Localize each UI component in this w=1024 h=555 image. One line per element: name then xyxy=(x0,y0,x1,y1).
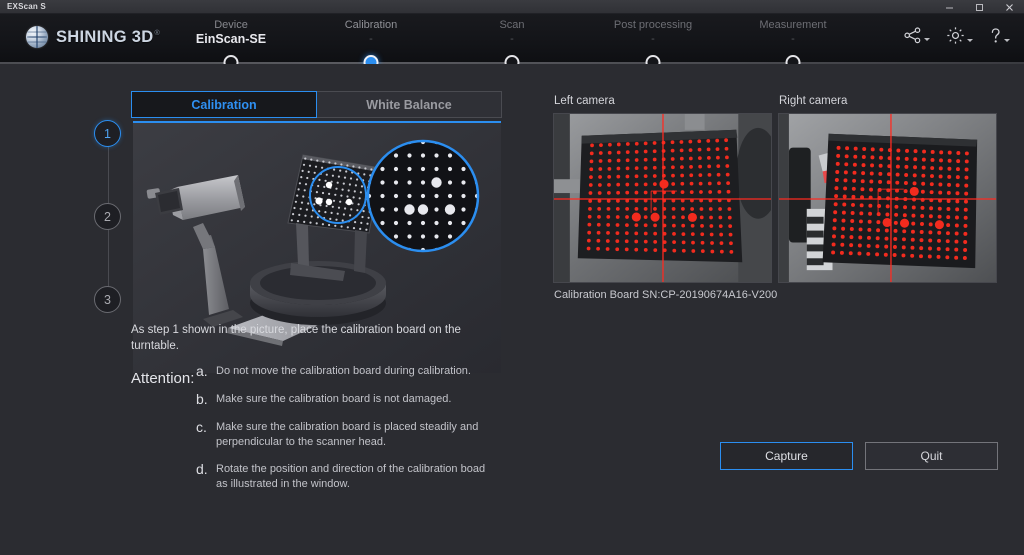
capture-button-label: Capture xyxy=(765,449,808,463)
header-icon-group xyxy=(903,26,1010,45)
chevron-down-icon xyxy=(1004,38,1010,42)
attention-item-letter: b. xyxy=(196,391,208,407)
close-button[interactable] xyxy=(994,0,1024,14)
attention-item-letter: d. xyxy=(196,461,208,477)
attention-item-text: Make sure the calibration board is place… xyxy=(216,421,479,448)
calibration-step-1[interactable]: 1 xyxy=(94,120,121,147)
calibration-board-serial: Calibration Board SN:CP-20190674A16-V200 xyxy=(554,289,778,301)
attention-item: c. Make sure the calibration board is pl… xyxy=(196,420,516,449)
capture-button[interactable]: Capture xyxy=(720,442,853,470)
help-button[interactable] xyxy=(989,27,1010,45)
attention-item-text: Rotate the position and direction of the… xyxy=(216,463,486,490)
step-number: 3 xyxy=(104,292,111,307)
calibration-tabs: Calibration White Balance xyxy=(131,91,502,118)
window-title: EXScan S xyxy=(7,2,46,11)
maximize-button[interactable] xyxy=(964,0,994,14)
attention-item: b. Make sure the calibration board is no… xyxy=(196,392,516,407)
quit-button-label: Quit xyxy=(920,449,943,463)
instruction-text: As step 1 shown in the picture, place th… xyxy=(131,324,461,352)
tab-label: White Balance xyxy=(366,97,452,112)
step-number: 2 xyxy=(104,209,111,224)
application-window: EXScan S SHINING 3D® Device EinScan-SE C… xyxy=(0,0,1024,555)
action-buttons: Capture Quit xyxy=(720,442,998,470)
attention-item-text: Do not move the calibration board during… xyxy=(216,365,471,377)
attention-list: a. Do not move the calibration board dur… xyxy=(196,364,516,504)
step-number: 1 xyxy=(104,126,111,141)
calibration-step-rail: 1 2 3 xyxy=(94,120,122,316)
workflow-steps: Device EinScan-SE Calibration - Scan - P… xyxy=(0,14,1024,70)
chevron-down-icon xyxy=(924,38,930,41)
attention-item: a. Do not move the calibration board dur… xyxy=(196,364,516,379)
right-camera-feed xyxy=(779,114,996,282)
chevron-down-icon xyxy=(967,39,973,42)
tab-calibration[interactable]: Calibration xyxy=(131,91,317,118)
step-label: Measurement xyxy=(759,19,827,31)
minimize-button[interactable] xyxy=(934,0,964,14)
tab-label: Calibration xyxy=(191,97,257,112)
attention-item: d. Rotate the position and direction of … xyxy=(196,462,516,491)
right-camera-preview xyxy=(778,113,997,283)
workflow-step-measurement[interactable]: Measurement - xyxy=(708,14,878,70)
step-sublabel: - xyxy=(791,33,795,45)
share-button[interactable] xyxy=(903,27,930,44)
left-camera-preview xyxy=(553,113,772,283)
quit-button[interactable]: Quit xyxy=(865,442,998,470)
calibration-step-2[interactable]: 2 xyxy=(94,203,121,230)
left-camera-feed xyxy=(554,114,771,282)
attention-item-text: Make sure the calibration board is not d… xyxy=(216,393,452,405)
tab-white-balance[interactable]: White Balance xyxy=(317,91,502,118)
settings-button[interactable] xyxy=(946,26,973,45)
title-bar: EXScan S xyxy=(0,0,1024,14)
attention-item-letter: c. xyxy=(196,419,207,435)
main-content: 1 2 3 Calibration White Balance As step … xyxy=(0,64,1024,555)
left-camera-label: Left camera xyxy=(554,95,615,107)
attention-label: Attention: xyxy=(131,370,195,387)
window-controls xyxy=(934,0,1024,14)
right-camera-label: Right camera xyxy=(779,95,848,107)
calibration-step-3[interactable]: 3 xyxy=(94,286,121,313)
attention-item-letter: a. xyxy=(196,363,208,379)
